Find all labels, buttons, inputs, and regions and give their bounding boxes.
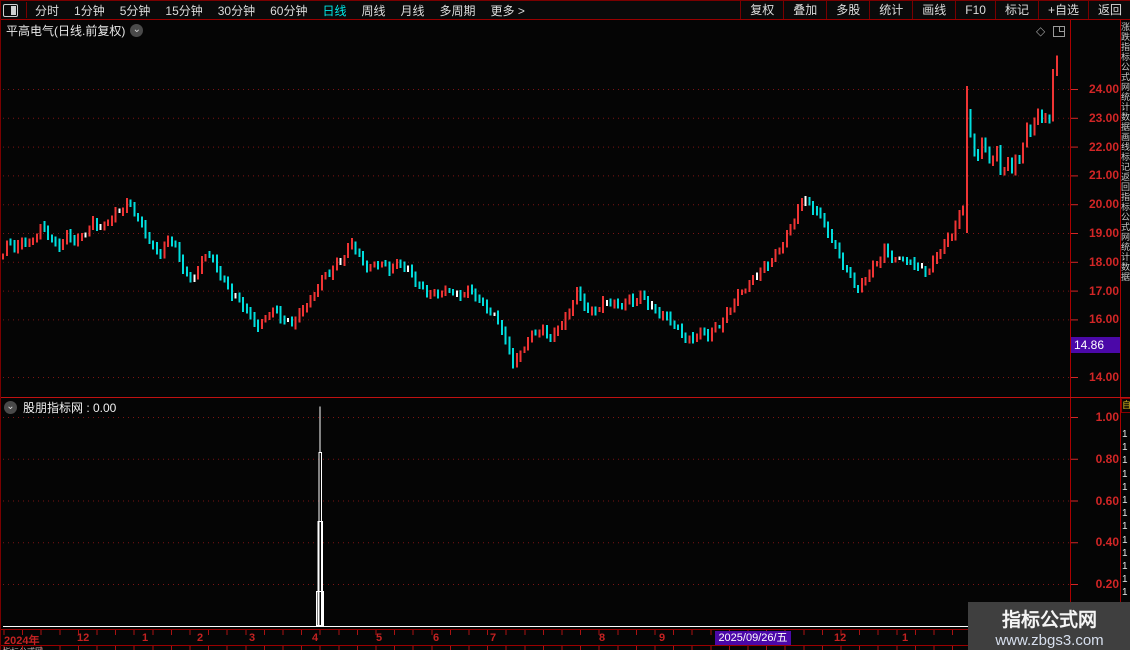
time-axis-label: 6 xyxy=(433,632,440,644)
bottom-clipped-text: 指标公式网 xyxy=(3,646,43,650)
toolbar-button-F10[interactable]: F10 xyxy=(955,1,995,19)
period-tab-30分钟[interactable]: 30分钟 xyxy=(218,2,255,19)
time-axis-bottom-border xyxy=(1,645,1130,646)
time-axis-label: 2 xyxy=(197,632,204,644)
time-axis-label: 1 xyxy=(142,632,149,644)
site-watermark: 指标公式网 www.zbgs3.com xyxy=(968,602,1130,650)
time-axis-label: 5 xyxy=(376,632,383,644)
trading-app-window: 分时 1分钟 5分钟 15分钟 30分钟 60分钟 日线 周线 月线 多周期 更多 > 复权 叠加 多股… xyxy=(0,0,1130,650)
price-axis-label: 21.00 xyxy=(1088,168,1119,183)
chart-canvas xyxy=(2,55,1078,650)
toolbar-button-标记[interactable]: 标记 xyxy=(994,1,1038,19)
right-strip-clipped-text: 涨跌指标公式网统计数据画线标记返回指标公式网统计数据 xyxy=(1121,22,1130,282)
toolbar-divider xyxy=(26,2,27,18)
stock-title: 平高电气(日线.前复权) xyxy=(6,24,126,38)
toolbar-button-+自选[interactable]: +自选 xyxy=(1037,1,1088,19)
time-axis-label: 9 xyxy=(659,632,666,644)
time-axis-label: 8 xyxy=(599,632,606,644)
price-axis-label: 19.00 xyxy=(1088,226,1119,240)
price-axis-label: 17.00 xyxy=(1088,283,1119,298)
period-tab-60分钟[interactable]: 60分钟 xyxy=(270,2,307,19)
period-tabs: 分时 1分钟 5分钟 15分钟 30分钟 60分钟 日线 周线 月线 多周期 更多 > xyxy=(35,2,525,19)
chart-title-row: 平高电气(日线.前复权) ⌄ xyxy=(6,22,144,39)
sub-axis-label: 0.20 xyxy=(1095,577,1119,591)
toolbar-button-多股[interactable]: 多股 xyxy=(826,1,869,19)
toolbar-button-复权[interactable]: 复权 xyxy=(740,1,783,19)
time-axis-label: 3 xyxy=(249,632,256,644)
time-axis-label: 12 xyxy=(834,632,847,644)
time-axis-label: 4 xyxy=(312,632,319,644)
price-axis-label: 24.00 xyxy=(1088,82,1119,96)
price-axis-label: 16.00 xyxy=(1088,312,1119,327)
period-tab-多周期[interactable]: 多周期 xyxy=(440,2,476,19)
time-axis-label: 1 xyxy=(902,632,909,644)
sub-axis-label: 0.60 xyxy=(1095,493,1119,508)
period-tab-月线[interactable]: 月线 xyxy=(401,2,425,19)
price-axis-label: 22.00 xyxy=(1088,139,1119,154)
diamond-icon[interactable]: ◇ xyxy=(1036,24,1045,38)
period-tab-5分钟[interactable]: 5分钟 xyxy=(120,2,151,19)
period-tab-更多 >[interactable]: 更多 > xyxy=(491,2,525,19)
right-info-strip: 涨跌指标公式网统计数据画线标记返回指标公式网统计数据 自 11111111111… xyxy=(1121,20,1130,650)
period-tab-1分钟[interactable]: 1分钟 xyxy=(74,2,105,19)
toolbar-button-叠加[interactable]: 叠加 xyxy=(783,1,826,19)
price-axis-label: 14.00 xyxy=(1088,370,1119,384)
toolbar-button-返回[interactable]: 返回 xyxy=(1087,1,1130,19)
time-axis-label: 7 xyxy=(490,632,497,644)
price-axis-label: 20.00 xyxy=(1088,197,1119,212)
toolbar-button-统计[interactable]: 统计 xyxy=(869,1,912,19)
sub-axis-label: 0.40 xyxy=(1095,535,1119,550)
indicator-header: ⌄ 股朋指标网 : 0.00 xyxy=(4,399,116,416)
pane-separator xyxy=(1,397,1130,398)
layout-toggle-icon[interactable] xyxy=(3,3,18,17)
toolbar-button-画线[interactable]: 画线 xyxy=(912,1,955,19)
watermark-title: 指标公式网 xyxy=(1001,610,1097,631)
toolbar-bottom-border xyxy=(1,19,1130,20)
toolbar-right-buttons: 复权 叠加 多股 统计 画线 F10 标记 +自选 返回 xyxy=(740,1,1130,19)
period-tab-日线[interactable]: 日线 xyxy=(322,2,346,19)
price-axis-border xyxy=(1070,20,1071,650)
period-tab-15分钟[interactable]: 15分钟 xyxy=(165,2,202,19)
chevron-down-icon[interactable]: ⌄ xyxy=(4,401,17,414)
watermark-url: www.zbgs3.com xyxy=(995,632,1104,649)
selected-date-badge: 2025/09/26/五 xyxy=(715,631,791,645)
sub-axis-label: 1.00 xyxy=(1095,410,1119,424)
price-axis-label: 23.00 xyxy=(1088,110,1119,125)
right-strip-yellow-char: 自 xyxy=(1121,398,1130,413)
period-tab-分时[interactable]: 分时 xyxy=(35,2,59,19)
price-axis-label: 18.00 xyxy=(1088,254,1119,269)
indicator-label: 股朋指标网 : 0.00 xyxy=(23,401,117,415)
current-price-badge: 14.86 xyxy=(1071,337,1120,353)
time-axis-label: 12 xyxy=(77,632,90,644)
time-axis-top-border xyxy=(1,629,1130,630)
maximize-pane-icon[interactable] xyxy=(1053,25,1066,37)
top-toolbar: 分时 1分钟 5分钟 15分钟 30分钟 60分钟 日线 周线 月线 多周期 更多 > 复权 叠加 多股… xyxy=(1,1,1130,19)
chevron-down-icon[interactable]: ⌄ xyxy=(130,24,144,37)
period-tab-周线[interactable]: 周线 xyxy=(361,2,385,19)
sub-axis-label: 0.80 xyxy=(1095,451,1119,466)
